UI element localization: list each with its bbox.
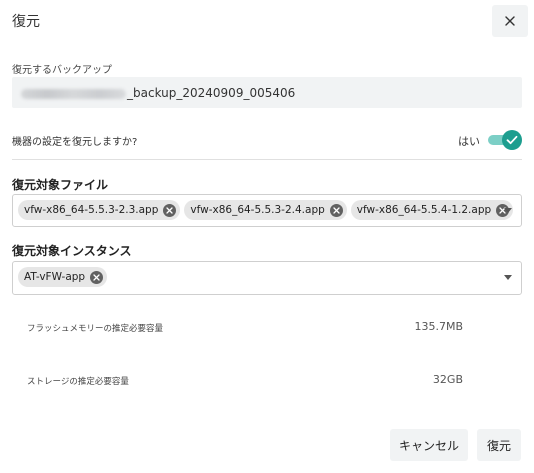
remove-chip-icon[interactable] <box>329 203 343 217</box>
toggle-label: はい <box>458 135 480 148</box>
divider <box>12 159 522 160</box>
close-button[interactable] <box>492 5 528 37</box>
restore-button[interactable]: 復元 <box>477 429 521 461</box>
backup-field: _backup_20240909_005406 <box>12 77 522 108</box>
file-chip: vfw-x86_64-5.5.3-2.4.app <box>184 200 347 220</box>
remove-chip-icon[interactable] <box>163 203 177 217</box>
files-select[interactable]: vfw-x86_64-5.5.3-2.3.app vfw-x86_64-5.5.… <box>12 194 522 227</box>
file-chip: vfw-x86_64-5.5.4-1.2.app <box>350 200 514 220</box>
file-chip: vfw-x86_64-5.5.3-2.3.app <box>18 200 181 220</box>
dialog-title: 復元 <box>12 14 40 30</box>
instances-label: 復元対象インスタンス <box>12 244 132 258</box>
files-label: 復元対象ファイル <box>12 178 109 192</box>
flash-estimate-value: 135.7MB <box>414 320 463 333</box>
chevron-down-icon <box>504 208 512 213</box>
instances-select[interactable]: AT-vFW-app <box>12 261 522 295</box>
instance-chip: AT-vFW-app <box>18 267 108 287</box>
redacted-text <box>21 88 126 99</box>
remove-chip-icon[interactable] <box>90 270 104 284</box>
cancel-button[interactable]: キャンセル <box>390 429 468 461</box>
backup-name: _backup_20240909_005406 <box>127 86 296 100</box>
restore-settings-toggle[interactable] <box>488 130 522 150</box>
storage-estimate-value: 32GB <box>432 373 463 386</box>
chevron-down-icon <box>504 275 512 280</box>
backup-label: 復元するバックアップ <box>12 65 112 76</box>
restore-settings-question: 機器の設定を復元しますか? <box>12 137 138 148</box>
restore-dialog: 復元 復元するバックアップ _backup_20240909_005406 機器… <box>0 0 534 473</box>
close-icon <box>505 16 515 26</box>
storage-estimate-label: ストレージの推定必要容量 <box>27 377 129 387</box>
flash-estimate-label: フラッシュメモリーの推定必要容量 <box>27 324 164 334</box>
check-icon <box>502 130 522 150</box>
